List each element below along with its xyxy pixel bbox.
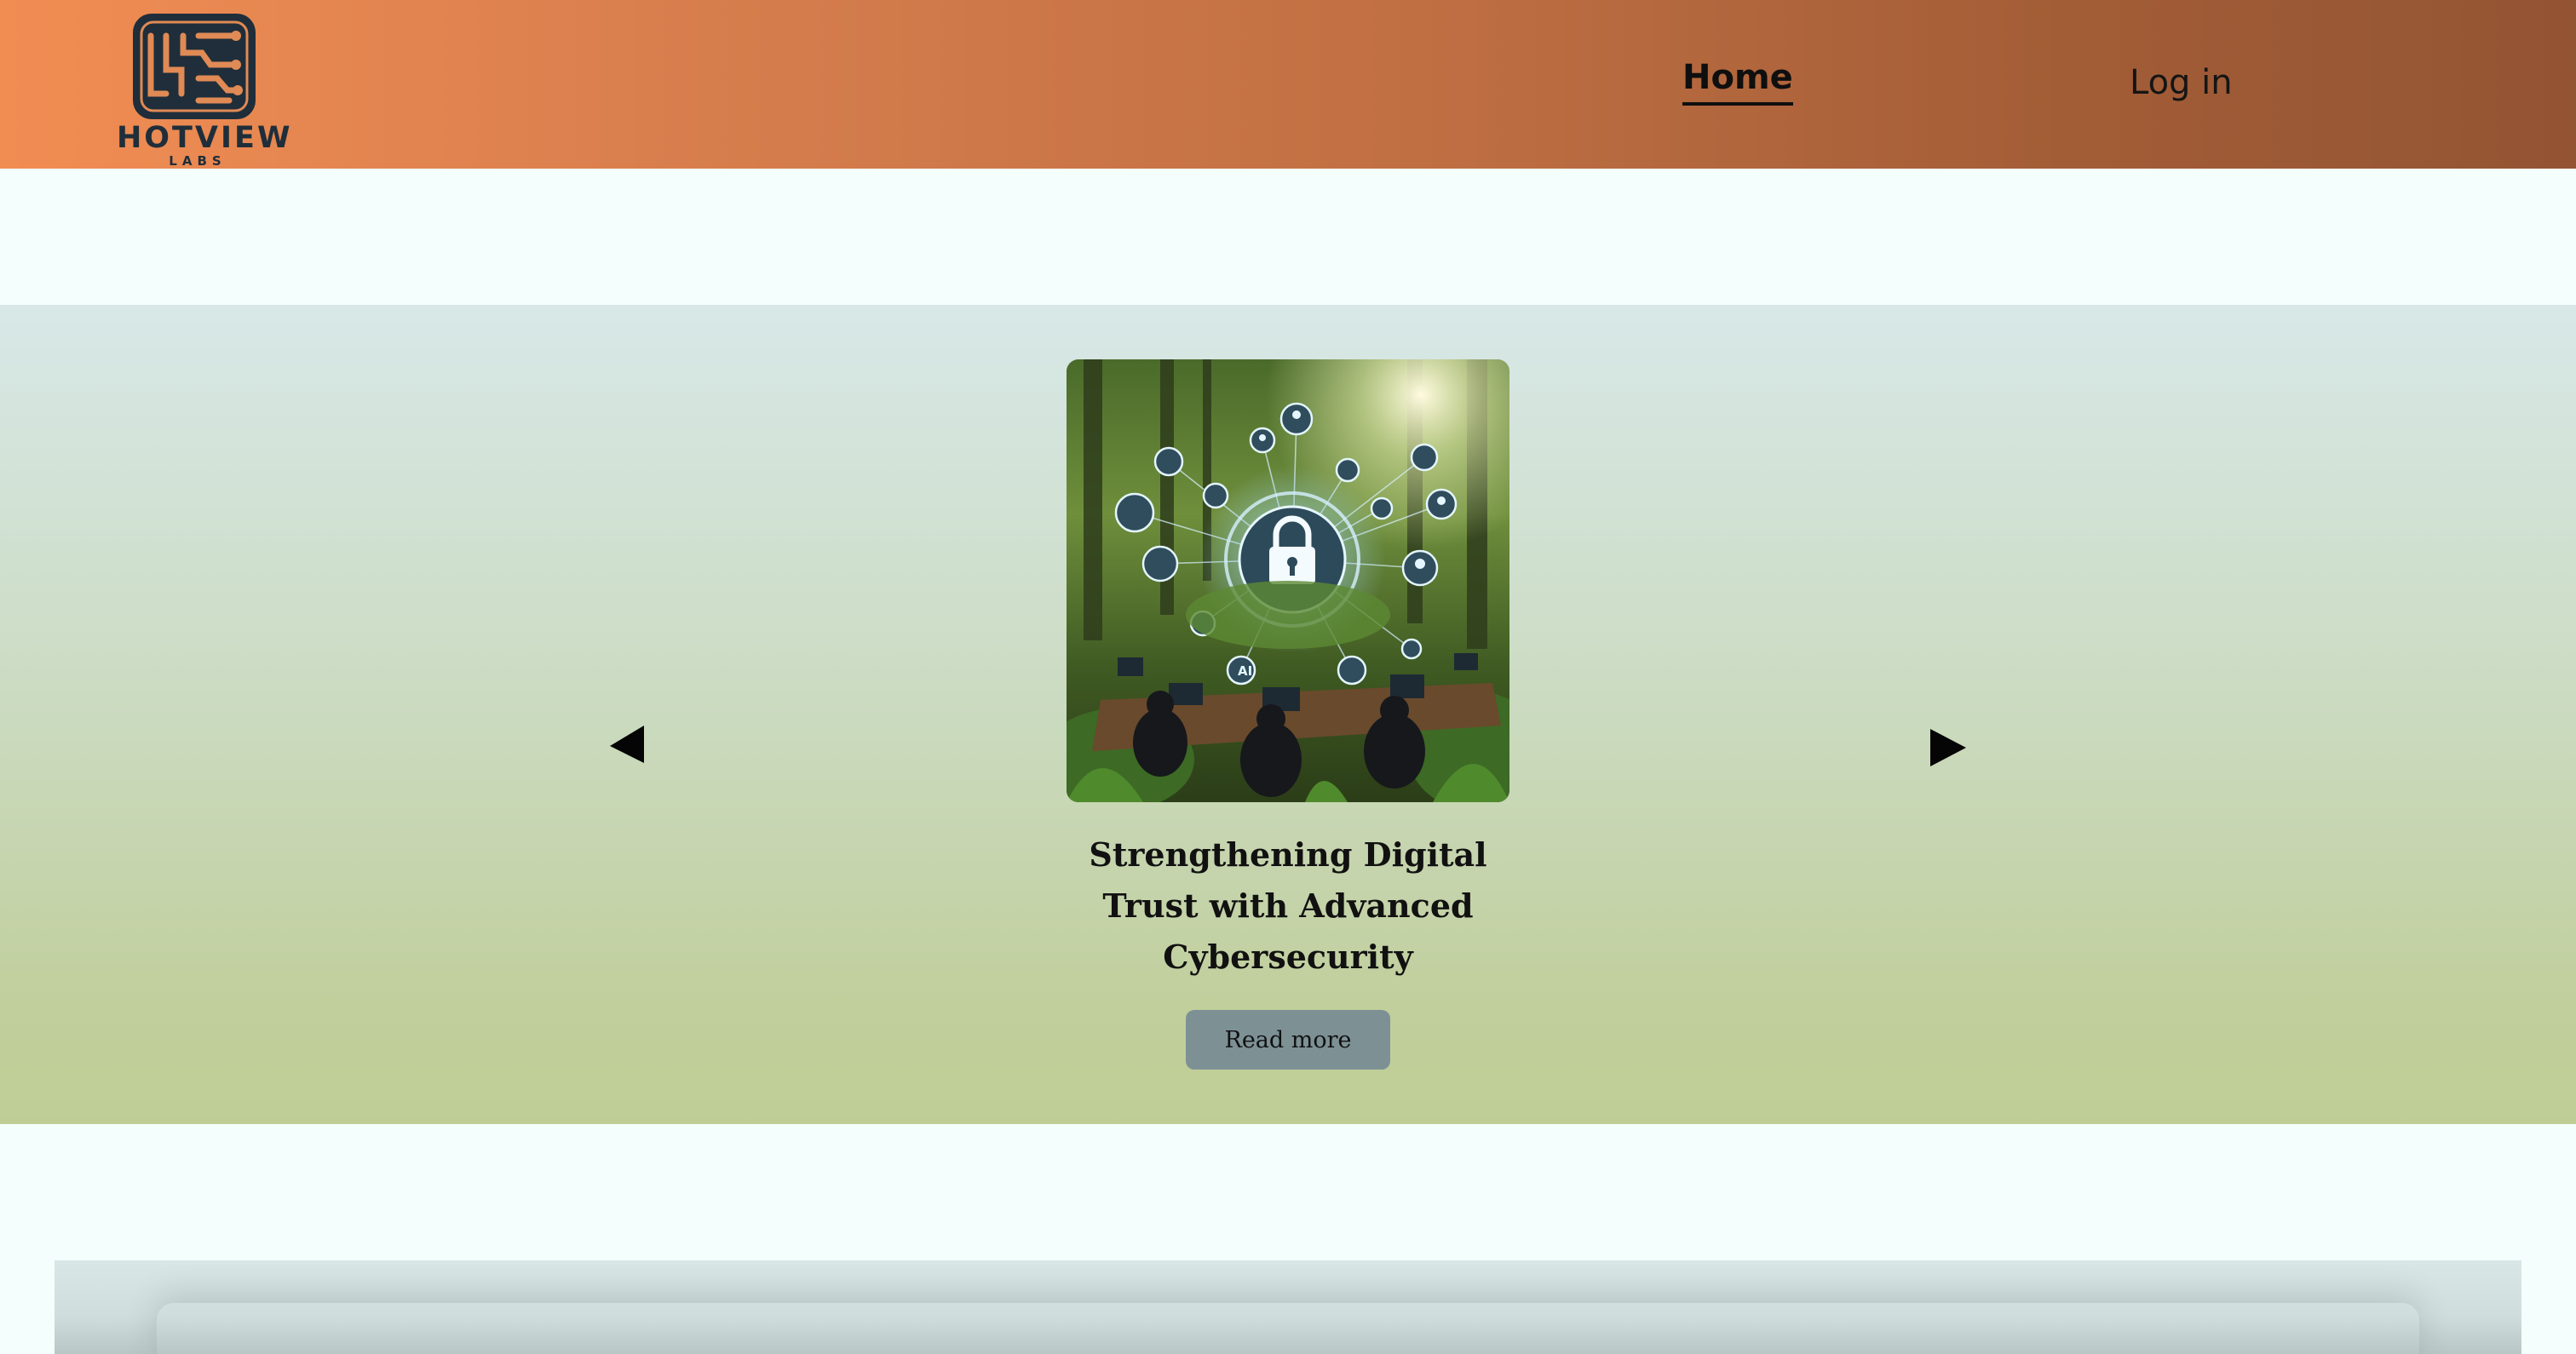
hero-carousel: AI Strengthening Digital Trust with Adva… xyxy=(0,305,2576,1124)
brand-subtitle: LABS xyxy=(169,153,227,169)
slide-image[interactable]: AI xyxy=(1067,359,1509,802)
svg-text:AI: AI xyxy=(1238,663,1252,679)
logo[interactable]: HOTVIEW LABS xyxy=(117,10,293,169)
content-section xyxy=(55,1260,2521,1354)
slide-title: Strengthening Digital Trust with Advance… xyxy=(1089,835,1487,976)
forest-cybersecurity-lock-illustration: AI xyxy=(1067,359,1509,802)
triangle-left-icon xyxy=(610,726,644,763)
read-more-button[interactable]: Read more xyxy=(1186,1010,1390,1070)
carousel-next-button[interactable] xyxy=(1922,722,1973,773)
brand-name: HOTVIEW xyxy=(117,121,293,155)
content-card xyxy=(157,1303,2419,1354)
nav-login-link[interactable]: Log in xyxy=(2130,63,2233,102)
nav-home-link[interactable]: Home xyxy=(1682,58,1793,106)
triangle-right-icon xyxy=(1930,729,1966,766)
page: HOTVIEW LABS Home Log in AI Strengthenin… xyxy=(0,0,2576,1354)
carousel-prev-button[interactable] xyxy=(607,719,658,770)
site-header: HOTVIEW LABS Home Log in xyxy=(0,0,2576,169)
